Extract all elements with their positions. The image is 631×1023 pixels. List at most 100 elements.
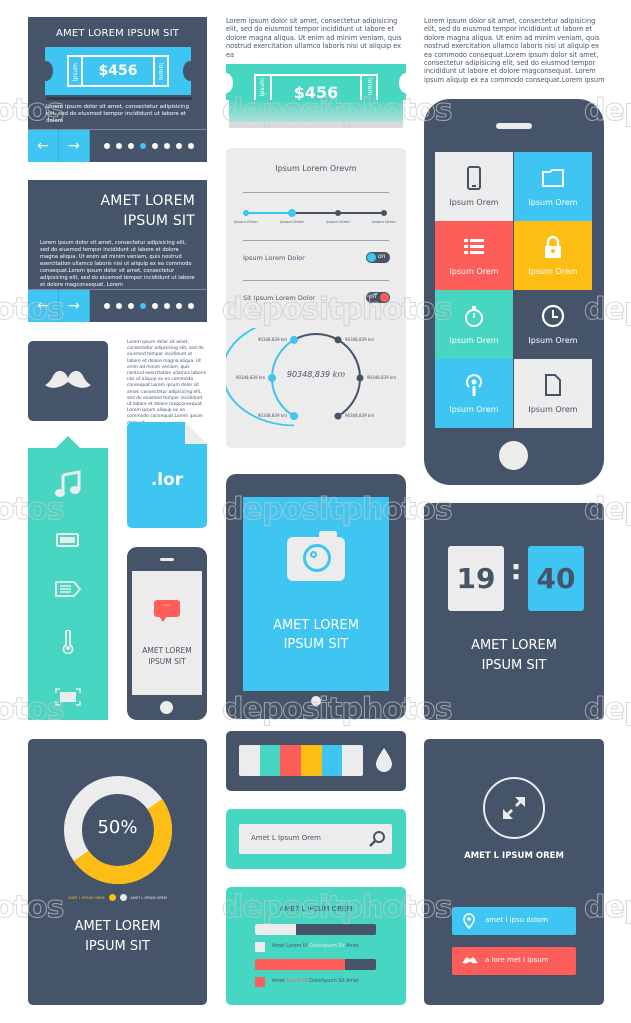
legend2-part-b: Lorem Ul	[286, 979, 308, 984]
phone-tile[interactable]: Ipsum Orem	[435, 359, 513, 428]
phone-tile-label: Ipsum Orem	[449, 198, 499, 207]
phone-home-button[interactable]	[499, 441, 528, 470]
arrow-right-icon: →	[68, 298, 80, 314]
mustache-button[interactable]: a lore met l ipsum	[452, 947, 576, 975]
music-icon[interactable]	[55, 470, 81, 502]
expand-button[interactable]	[483, 777, 545, 839]
search-icon[interactable]	[369, 831, 385, 847]
prev-button[interactable]: ←	[28, 130, 59, 162]
phone-tile[interactable]: Ipsum Orem	[435, 290, 513, 359]
pager-dot[interactable]	[116, 143, 122, 149]
slider-card-text: Lorem ipsum dolor sit amet, consectetur …	[40, 240, 195, 288]
next-button[interactable]: →	[59, 130, 90, 162]
file-extension: .lor	[150, 470, 184, 490]
phone-tile[interactable]: Ipsum Orem	[435, 221, 513, 290]
gauge-value: 90348,839 km	[286, 370, 346, 379]
small-phone-title-2: IPSUM SIT	[148, 657, 186, 666]
pager-dot[interactable]	[164, 143, 170, 149]
clock-minutes: 40	[528, 546, 584, 611]
gauge-node[interactable]	[290, 335, 298, 344]
expand-card: AMET L IPSUM OREM amet l ipsu dolom a lo…	[424, 739, 604, 1005]
battery-icon[interactable]	[56, 532, 80, 551]
search-input[interactable]: Amet L Ipsum Orem	[239, 824, 392, 854]
pager-dot[interactable]	[188, 303, 194, 309]
ticket-price: $456	[98, 63, 138, 79]
pager-dot[interactable]	[128, 143, 134, 149]
slider-card: AMET LOREM IPSUM SIT Lorem ipsum dolor s…	[28, 180, 207, 322]
pager-dot[interactable]	[152, 143, 158, 149]
pager-dot[interactable]	[140, 143, 146, 149]
gauge-node[interactable]	[334, 336, 342, 344]
settings-panel: Ipsum Lorem Orevm Ipsum Orem Ipsum Orem Ip…	[226, 148, 406, 448]
donut-percent: 50%	[97, 817, 138, 838]
phone-tile-label: Ipsum Orem	[449, 405, 499, 414]
teal-ticket[interactable]: ipsum $456 lorem	[219, 64, 413, 102]
podcast-icon	[466, 374, 482, 396]
phone-tile[interactable]: Ipsum Orem	[435, 152, 513, 221]
legend-dot-a	[108, 894, 116, 901]
toggle2-state: off	[369, 293, 378, 300]
chat-bubble-icon: ···	[154, 600, 180, 622]
tablet-title-2: IPSUM SIT	[283, 637, 349, 652]
fullscreen-icon[interactable]	[55, 688, 81, 710]
step-dot[interactable]	[381, 210, 387, 216]
phone-tile-label: Ipsum Orem	[528, 198, 578, 207]
file-icon[interactable]: .lor	[127, 422, 207, 528]
list-icon	[464, 239, 484, 254]
color-swatch[interactable]	[280, 745, 302, 776]
progress-title: AMET L IPSUM OREM	[279, 905, 353, 913]
gauge-node[interactable]	[334, 412, 342, 420]
color-swatch[interactable]	[259, 745, 281, 776]
gauge-node[interactable]	[290, 412, 298, 421]
legend-swatch-1	[255, 942, 265, 952]
gauge-label: 90348,839 km	[257, 336, 287, 342]
pager-dot[interactable]	[140, 303, 146, 309]
mustache-icon	[462, 957, 478, 964]
color-swatch[interactable]	[321, 745, 343, 776]
pager-dot[interactable]	[152, 303, 158, 309]
clock-hours-value: 19	[456, 562, 496, 595]
color-swatch[interactable]	[342, 745, 363, 776]
phone-tile[interactable]: Ipsum Orem	[514, 359, 592, 428]
color-swatch[interactable]	[301, 745, 322, 776]
pager-dot[interactable]	[164, 303, 170, 309]
pager-dot[interactable]	[104, 303, 110, 309]
phone-tile[interactable]: Ipsum Orem	[514, 221, 592, 290]
phone-tile-label: Ipsum Orem	[449, 267, 499, 276]
mustache-tile[interactable]	[28, 341, 108, 421]
clock-title-1: AMET LOREM	[471, 638, 557, 653]
phone-tile[interactable]: Ipsum Orem	[514, 152, 592, 221]
stepper[interactable]: Ipsum Orem Ipsum Orem Ipsum Orem Ipsum Orem	[234, 209, 396, 230]
pager-dot[interactable]	[188, 143, 194, 149]
small-phone-home-button[interactable]	[160, 701, 173, 714]
legend2-part-a: Amet	[272, 979, 287, 984]
ticket[interactable]: ipsum $456 lorem	[39, 47, 197, 95]
thermometer-icon[interactable]	[62, 629, 74, 658]
tag-icon[interactable]	[55, 580, 82, 601]
slider-prev-button[interactable]: ←	[28, 290, 59, 322]
pager-dot[interactable]	[104, 143, 110, 149]
pager-dots[interactable]	[104, 130, 194, 162]
toggle1-switch[interactable]: on	[366, 252, 390, 263]
mustache-button-label: a lore met l ipsum	[485, 956, 549, 964]
tablet-home-button[interactable]	[311, 696, 321, 706]
location-button[interactable]: amet l ipsu dolom	[452, 907, 576, 935]
step-dot[interactable]	[243, 210, 249, 216]
phone-tile[interactable]: Ipsum Orem	[514, 290, 592, 359]
drop-icon[interactable]	[376, 748, 392, 772]
step-dot[interactable]	[335, 210, 341, 216]
pager-dot[interactable]	[116, 303, 122, 309]
gauge-segment	[293, 333, 339, 341]
step-dot[interactable]	[288, 209, 296, 217]
pager-dot[interactable]	[176, 303, 182, 309]
chat-bubble-dots: ···	[163, 601, 171, 610]
progress-bar-2	[255, 959, 376, 970]
progress-card: AMET L IPSUM OREM Amet Lorem Ul DolorIps…	[226, 887, 406, 1005]
pager-dot[interactable]	[128, 303, 134, 309]
toggle2-switch[interactable]: off	[366, 292, 390, 303]
pager-dot[interactable]	[176, 143, 182, 149]
gauge-label: 90348,839 km	[345, 413, 375, 419]
slider-pager-dots[interactable]	[104, 290, 194, 322]
color-swatch[interactable]	[239, 745, 260, 776]
slider-next-button[interactable]: →	[59, 290, 90, 322]
